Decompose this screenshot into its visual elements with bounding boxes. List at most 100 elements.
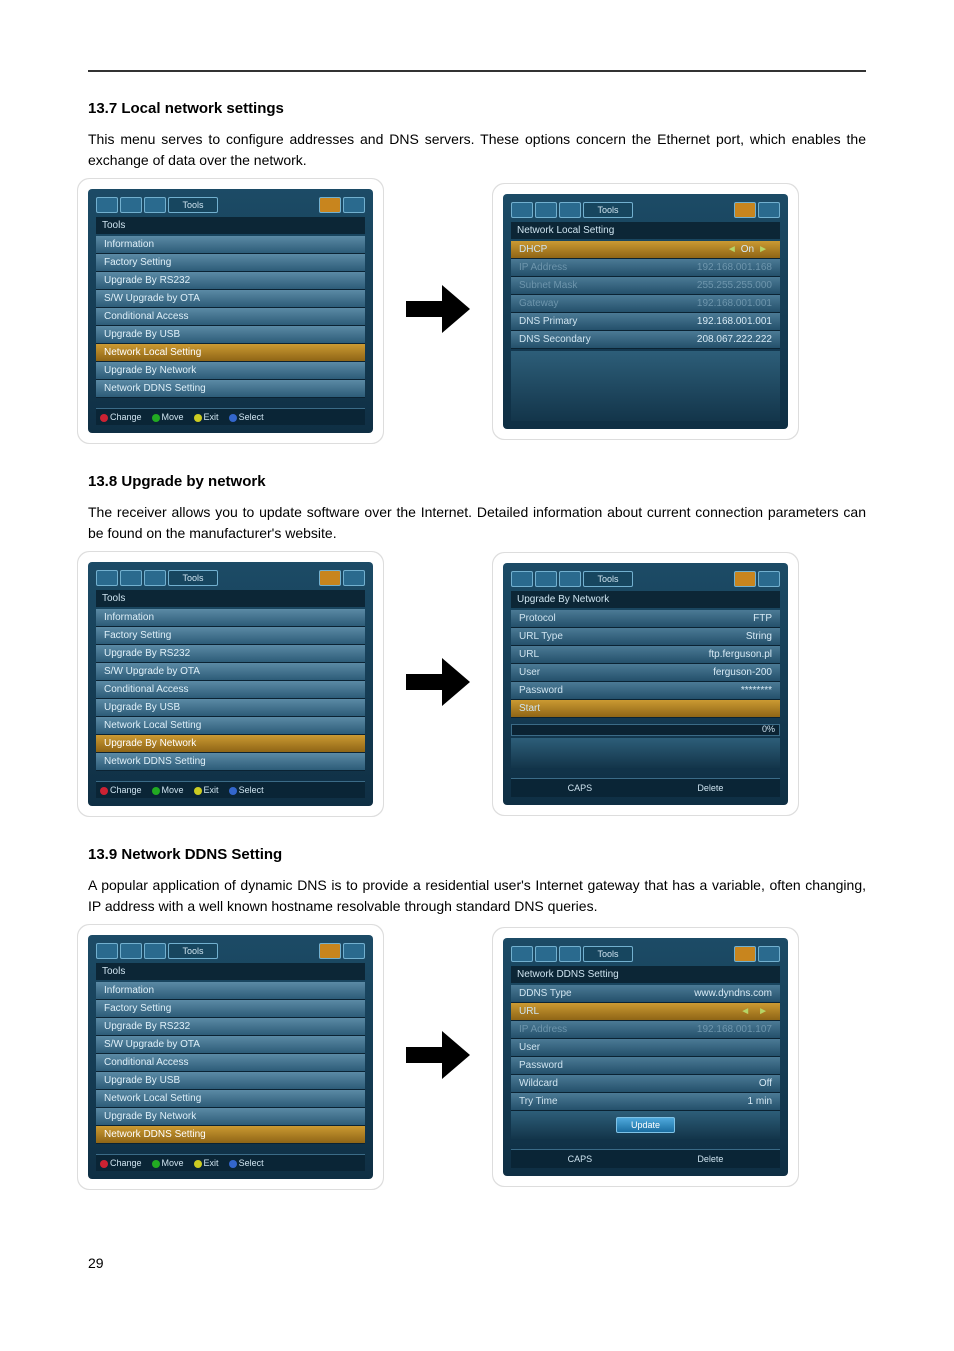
tab-icon xyxy=(758,202,780,218)
settings-row[interactable]: Try Time1 min xyxy=(511,1093,780,1111)
tab-icon xyxy=(734,202,756,218)
tools-menu-item[interactable]: S/W Upgrade by OTA xyxy=(96,663,365,681)
tools-menu-item[interactable]: S/W Upgrade by OTA xyxy=(96,290,365,308)
tools-menu-item[interactable]: Upgrade By Network xyxy=(96,362,365,380)
tools-menu-item[interactable]: Information xyxy=(96,609,365,627)
panel-footer: CAPS Delete xyxy=(511,1149,780,1168)
tools-menu-item[interactable]: Factory Setting xyxy=(96,254,365,272)
row-value: String xyxy=(746,631,772,642)
chevron-left-icon[interactable]: ◄ xyxy=(736,1006,754,1017)
tab-icon xyxy=(758,571,780,587)
tab-icon xyxy=(96,197,118,213)
footer-change: Change xyxy=(100,412,142,422)
settings-row[interactable]: Password******** xyxy=(511,682,780,700)
tools-menu-item[interactable]: Network Local Setting xyxy=(96,717,365,735)
settings-row[interactable]: URL TypeString xyxy=(511,628,780,646)
tab-icon xyxy=(535,946,557,962)
row-value: FTP xyxy=(753,613,772,624)
tab-icon xyxy=(319,197,341,213)
tools-menu-item[interactable]: Upgrade By Network xyxy=(96,735,365,753)
settings-row[interactable]: URL◄► xyxy=(511,1003,780,1021)
footer-exit: Exit xyxy=(194,1158,219,1168)
progress-bar: 0% xyxy=(511,724,780,736)
tab-icon xyxy=(559,202,581,218)
arrow-icon xyxy=(398,1015,478,1100)
settings-row[interactable]: WildcardOff xyxy=(511,1075,780,1093)
row-value: 192.168.001.001 xyxy=(697,316,772,327)
delete-button[interactable]: Delete xyxy=(697,783,723,793)
settings-row[interactable]: Subnet Mask 255.255.255.000 xyxy=(511,277,780,295)
settings-row[interactable]: Start xyxy=(511,700,780,718)
update-button[interactable]: Update xyxy=(616,1117,675,1133)
settings-row[interactable]: IP Address192.168.001.168 xyxy=(511,259,780,277)
tools-menu-item[interactable]: Upgrade By USB xyxy=(96,326,365,344)
panel-tabs: Tools xyxy=(511,946,780,962)
row-value: 192.168.001.107 xyxy=(697,1024,772,1035)
tools-menu-item[interactable]: Upgrade By USB xyxy=(96,1072,365,1090)
settings-row[interactable]: DNS Secondary208.067.222.222 xyxy=(511,331,780,349)
footer-move: Move xyxy=(152,785,184,795)
row-key: Start xyxy=(519,703,540,714)
tab-icon xyxy=(319,570,341,586)
tools-menu-item[interactable]: Factory Setting xyxy=(96,627,365,645)
tab-icon xyxy=(144,570,166,586)
tools-menu-item[interactable]: Upgrade By USB xyxy=(96,699,365,717)
tools-menu-item[interactable]: Factory Setting xyxy=(96,1000,365,1018)
tab-tools: Tools xyxy=(583,202,633,218)
tools-list: InformationFactory SettingUpgrade By RS2… xyxy=(96,982,365,1144)
settings-row[interactable]: Password xyxy=(511,1057,780,1075)
heading-137: 13.7 Local network settings xyxy=(88,100,866,117)
settings-row[interactable]: Gateway192.168.001.001 xyxy=(511,295,780,313)
settings-row[interactable]: Userferguson-200 xyxy=(511,664,780,682)
tools-menu-item[interactable]: S/W Upgrade by OTA xyxy=(96,1036,365,1054)
tools-menu-item[interactable]: Network Local Setting xyxy=(96,344,365,362)
tab-icon xyxy=(319,943,341,959)
arrow-icon xyxy=(398,642,478,727)
caps-button[interactable]: CAPS xyxy=(568,1154,593,1164)
ddns-rows: DDNS Typewww.dyndns.comURL◄►IP Address19… xyxy=(511,985,780,1111)
row-value: ◄► xyxy=(736,1006,772,1017)
footer-change: Change xyxy=(100,1158,142,1168)
tools-menu-item[interactable]: Upgrade By RS232 xyxy=(96,272,365,290)
row-value: 192.168.001.168 xyxy=(697,262,772,273)
tools-menu-item[interactable]: Upgrade By RS232 xyxy=(96,645,365,663)
tools-menu-item[interactable]: Upgrade By RS232 xyxy=(96,1018,365,1036)
settings-row[interactable]: URLftp.ferguson.pl xyxy=(511,646,780,664)
tools-menu-item[interactable]: Upgrade By Network xyxy=(96,1108,365,1126)
tools-menu-item[interactable]: Conditional Access xyxy=(96,308,365,326)
tab-icon xyxy=(120,943,142,959)
tools-menu-item[interactable]: Network DDNS Setting xyxy=(96,753,365,771)
panel-footer: Change Move Exit Select xyxy=(96,781,365,798)
tools-panel-137: Tools Tools InformationFactory SettingUp… xyxy=(88,189,373,433)
tab-icon xyxy=(511,202,533,218)
row-key: DNS Secondary xyxy=(519,334,591,345)
tools-menu-item[interactable]: Information xyxy=(96,236,365,254)
chevron-left-icon[interactable]: ◄ xyxy=(723,244,741,255)
settings-row[interactable]: IP Address192.168.001.107 xyxy=(511,1021,780,1039)
chevron-right-icon[interactable]: ► xyxy=(754,244,772,255)
tab-icon xyxy=(96,570,118,586)
tools-menu-item[interactable]: Conditional Access xyxy=(96,1054,365,1072)
tools-menu-item[interactable]: Information xyxy=(96,982,365,1000)
footer-move: Move xyxy=(152,412,184,422)
tab-icon xyxy=(535,202,557,218)
tab-icon xyxy=(120,570,142,586)
tools-menu-item[interactable]: Network DDNS Setting xyxy=(96,380,365,398)
footer-move: Move xyxy=(152,1158,184,1168)
settings-row[interactable]: User xyxy=(511,1039,780,1057)
delete-button[interactable]: Delete xyxy=(697,1154,723,1164)
row-key: User xyxy=(519,667,540,678)
row-key: Subnet Mask xyxy=(519,280,577,291)
row-value: 255.255.255.000 xyxy=(697,280,772,291)
footer-exit: Exit xyxy=(194,785,219,795)
chevron-right-icon[interactable]: ► xyxy=(754,1006,772,1017)
caps-button[interactable]: CAPS xyxy=(568,783,593,793)
settings-row[interactable]: DDNS Typewww.dyndns.com xyxy=(511,985,780,1003)
tools-menu-item[interactable]: Network DDNS Setting xyxy=(96,1126,365,1144)
settings-row[interactable]: DHCP◄On► xyxy=(511,241,780,259)
tools-panel-138: Tools Tools InformationFactory SettingUp… xyxy=(88,562,373,806)
tools-menu-item[interactable]: Conditional Access xyxy=(96,681,365,699)
settings-row[interactable]: DNS Primary192.168.001.001 xyxy=(511,313,780,331)
tools-menu-item[interactable]: Network Local Setting xyxy=(96,1090,365,1108)
settings-row[interactable]: ProtocolFTP xyxy=(511,610,780,628)
